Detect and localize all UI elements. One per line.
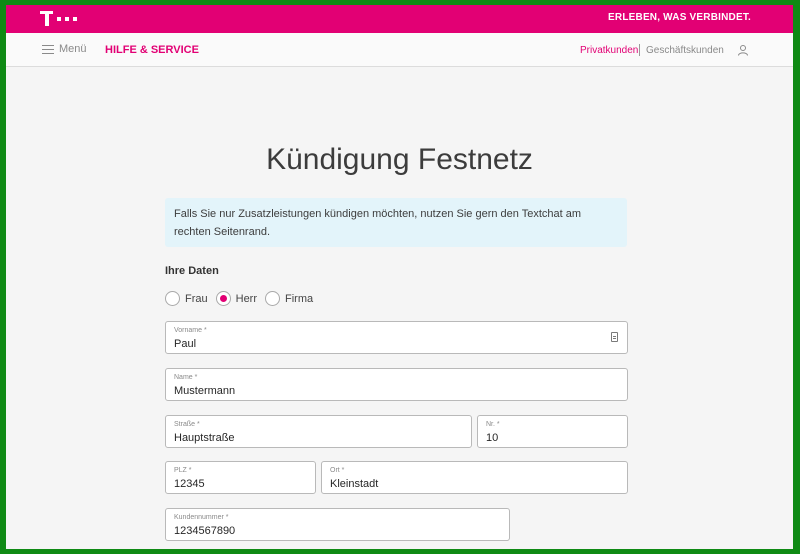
field-label: Kundennummer * <box>174 514 229 521</box>
salutation-radio-group: Frau Herr Firma <box>165 291 321 306</box>
page-title: Kündigung Festnetz <box>266 143 533 177</box>
field-label: Name * <box>174 374 198 381</box>
plz-field[interactable]: PLZ * 12345 <box>165 461 316 494</box>
name-field[interactable]: Name * Mustermann <box>165 368 628 401</box>
privatkunden-link[interactable]: Privatkunden <box>580 45 638 56</box>
field-value[interactable]: 1234567890 <box>174 525 235 537</box>
menu-button[interactable]: Menü <box>42 43 87 55</box>
field-label: Ort * <box>330 467 345 474</box>
logo-dot <box>57 17 61 21</box>
radio-frau[interactable]: Frau <box>165 291 208 306</box>
browser-page: ERLEBEN, WAS VERBINDET. Menü HILFE & SER… <box>6 5 793 549</box>
field-value[interactable]: Mustermann <box>174 385 235 397</box>
radio-label: Firma <box>285 292 314 305</box>
kundennummer-field[interactable]: Kundennummer * 1234567890 <box>165 508 510 541</box>
nav-divider <box>639 44 640 56</box>
field-label: PLZ * <box>174 467 192 474</box>
vorname-field[interactable]: Vorname * Paul <box>165 321 628 354</box>
field-value[interactable]: Paul <box>174 338 196 350</box>
field-value[interactable]: Kleinstadt <box>330 478 378 490</box>
logo-dot <box>65 17 69 21</box>
user-icon[interactable] <box>737 44 749 56</box>
radio-firma[interactable]: Firma <box>265 291 313 306</box>
contact-card-icon[interactable] <box>611 332 618 342</box>
menu-label: Menü <box>59 43 87 55</box>
section-label: Ihre Daten <box>165 265 219 277</box>
hamburger-icon <box>42 44 54 54</box>
radio-circle-selected[interactable] <box>215 291 231 306</box>
hausnummer-field[interactable]: Nr. * 10 <box>477 415 628 448</box>
logo-dot <box>73 17 77 21</box>
field-value[interactable]: Hauptstraße <box>174 432 235 444</box>
field-value[interactable]: 12345 <box>174 478 205 490</box>
section-title-link[interactable]: HILFE & SERVICE <box>105 44 199 56</box>
radio-herr[interactable]: Herr <box>215 291 258 306</box>
info-box: Falls Sie nur Zusatzleistungen kündigen … <box>165 198 627 247</box>
field-label: Nr. * <box>486 421 500 428</box>
ort-field[interactable]: Ort * Kleinstadt <box>321 461 628 494</box>
brand-bar: ERLEBEN, WAS VERBINDET. <box>6 5 793 33</box>
geschaeftskunden-link[interactable]: Geschäftskunden <box>646 45 724 56</box>
radio-circle[interactable] <box>265 291 281 306</box>
logo-t-stem <box>45 11 49 26</box>
field-label: Straße * <box>174 421 200 428</box>
field-value[interactable]: 10 <box>486 432 498 444</box>
field-label: Vorname * <box>174 327 207 334</box>
slogan: ERLEBEN, WAS VERBINDET. <box>608 12 751 23</box>
radio-label: Frau <box>185 292 208 305</box>
radio-circle[interactable] <box>165 291 180 306</box>
radio-label: Herr <box>235 292 258 305</box>
main-nav: Menü HILFE & SERVICE Privatkunden Geschä… <box>6 33 793 67</box>
strasse-field[interactable]: Straße * Hauptstraße <box>165 415 472 448</box>
telekom-logo[interactable] <box>40 9 80 29</box>
